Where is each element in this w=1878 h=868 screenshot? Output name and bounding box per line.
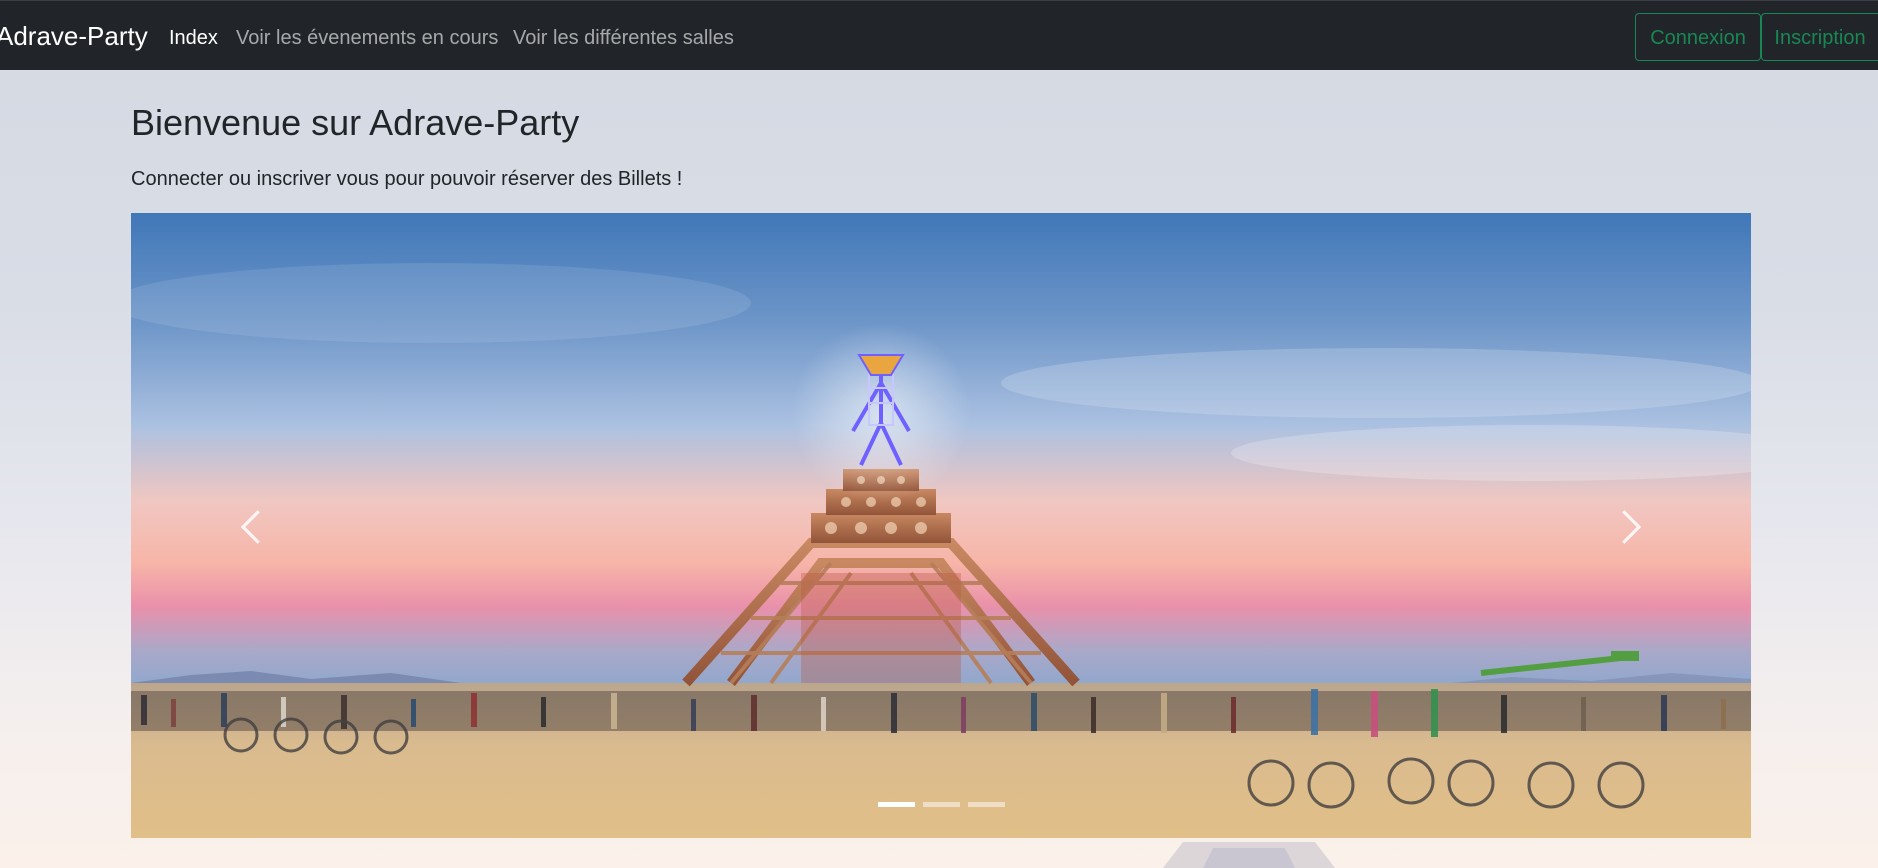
brand-logo-text[interactable]: Adrave-Party	[0, 19, 148, 53]
chevron-left-icon	[240, 510, 260, 544]
carousel-indicator-3[interactable]	[967, 802, 1005, 807]
carousel-slide-image	[131, 213, 1751, 838]
carousel-indicators	[131, 802, 1751, 808]
carousel-next-button[interactable]	[1511, 213, 1751, 838]
nav-link-index[interactable]: Index	[169, 25, 218, 51]
carousel-prev-button[interactable]	[131, 213, 371, 838]
next-slide-peek-image	[1163, 842, 1335, 868]
page-title: Bienvenue sur Adrave-Party	[131, 102, 580, 143]
chevron-right-icon	[1622, 510, 1642, 544]
nav-link-rooms[interactable]: Voir les différentes salles	[513, 25, 734, 51]
signup-button[interactable]: Inscription	[1761, 13, 1878, 61]
top-navbar: Adrave-Party Index Voir les évenements e…	[0, 0, 1878, 70]
carousel-indicator-1[interactable]	[877, 802, 915, 807]
nav-link-events[interactable]: Voir les évenements en cours	[236, 25, 498, 51]
carousel-indicator-2[interactable]	[922, 802, 960, 807]
page-subtitle: Connecter ou inscriver vous pour pouvoir…	[131, 168, 683, 190]
image-carousel	[131, 213, 1751, 838]
login-button[interactable]: Connexion	[1635, 13, 1761, 61]
